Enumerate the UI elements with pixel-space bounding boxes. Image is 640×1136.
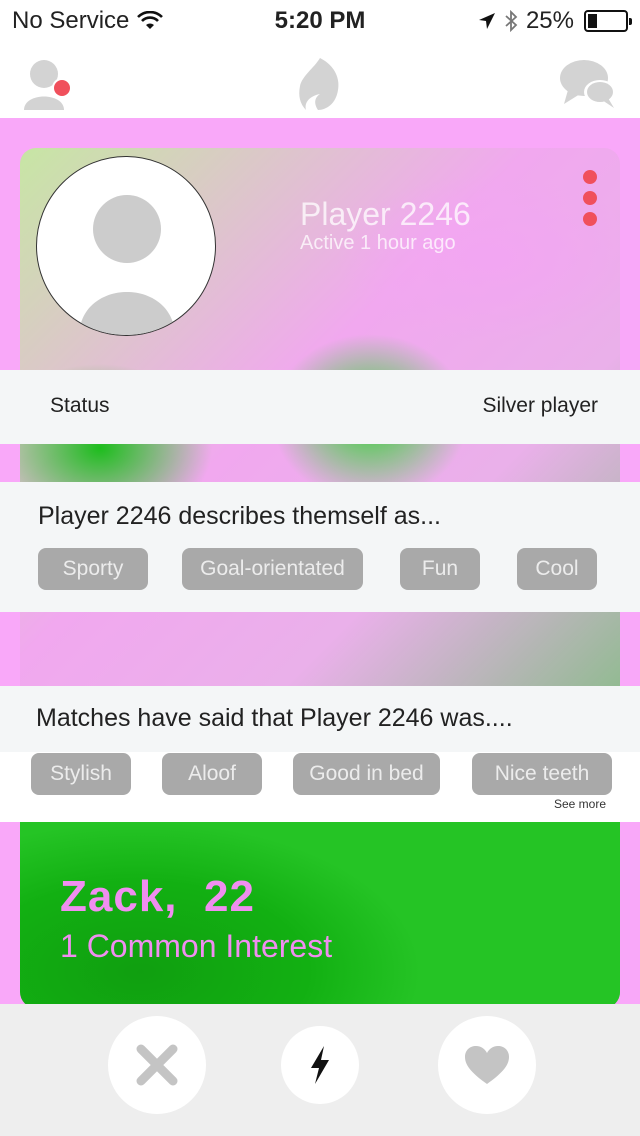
- status-value: Silver player: [482, 394, 598, 417]
- profile-nav-button[interactable]: [22, 56, 78, 119]
- messages-nav-button[interactable]: [558, 56, 618, 117]
- more-dot-icon: [583, 170, 597, 184]
- nope-button[interactable]: [108, 1016, 206, 1114]
- more-options-button[interactable]: [580, 170, 600, 230]
- profile-icon: [24, 60, 72, 110]
- match-tag[interactable]: Good in bed: [293, 753, 440, 795]
- notification-dot: [54, 80, 70, 96]
- player-name: Player 2246: [300, 196, 471, 232]
- self-description-title: Player 2246 describes themself as...: [38, 502, 441, 530]
- flame-icon: [299, 58, 339, 110]
- status-row: Status Silver player: [0, 370, 640, 444]
- location-arrow-icon: [478, 13, 495, 29]
- avatar[interactable]: [36, 156, 216, 336]
- common-interest-label: 1 Common Interest: [60, 928, 333, 964]
- status-label: Status: [50, 394, 110, 417]
- see-more-link[interactable]: See more: [554, 797, 606, 811]
- avatar-placeholder-icon: [79, 195, 175, 335]
- close-icon: [136, 1044, 178, 1086]
- battery-percent: 25%: [525, 7, 574, 34]
- match-tag[interactable]: Aloof: [162, 753, 262, 795]
- lightning-icon: [311, 1046, 329, 1084]
- match-name-age: Zack, 22: [60, 872, 255, 922]
- like-button[interactable]: [438, 1016, 536, 1114]
- action-bar: [0, 1004, 640, 1136]
- self-tag[interactable]: Fun: [400, 548, 480, 590]
- status-bar: No Service 5:20 PM 25%: [0, 0, 640, 40]
- bluetooth-icon: [505, 10, 518, 32]
- status-right: 25%: [478, 7, 632, 35]
- matches-feedback-title: Matches have said that Player 2246 was..…: [36, 704, 513, 732]
- matches-feedback-section: Matches have said that Player 2246 was..…: [0, 686, 640, 822]
- match-tag[interactable]: Nice teeth: [472, 753, 612, 795]
- self-tag[interactable]: Cool: [517, 548, 597, 590]
- player-active-status: Active 1 hour ago: [300, 232, 456, 254]
- self-description-section: Player 2246 describes themself as... Spo…: [0, 482, 640, 612]
- match-name: Zack,: [60, 872, 178, 921]
- top-nav: [0, 40, 640, 118]
- more-dot-icon: [583, 191, 597, 205]
- more-dot-icon: [583, 212, 597, 226]
- battery-fill: [588, 14, 597, 28]
- battery-icon: [584, 10, 632, 32]
- chat-icon: [560, 60, 616, 108]
- boost-button[interactable]: [281, 1026, 359, 1104]
- match-tag[interactable]: Stylish: [31, 753, 131, 795]
- self-tag[interactable]: Goal-orientated: [182, 548, 363, 590]
- self-tag[interactable]: Sporty: [38, 548, 148, 590]
- heart-icon: [465, 1046, 509, 1084]
- discover-nav-button[interactable]: [296, 56, 342, 117]
- match-age: 22: [203, 872, 255, 921]
